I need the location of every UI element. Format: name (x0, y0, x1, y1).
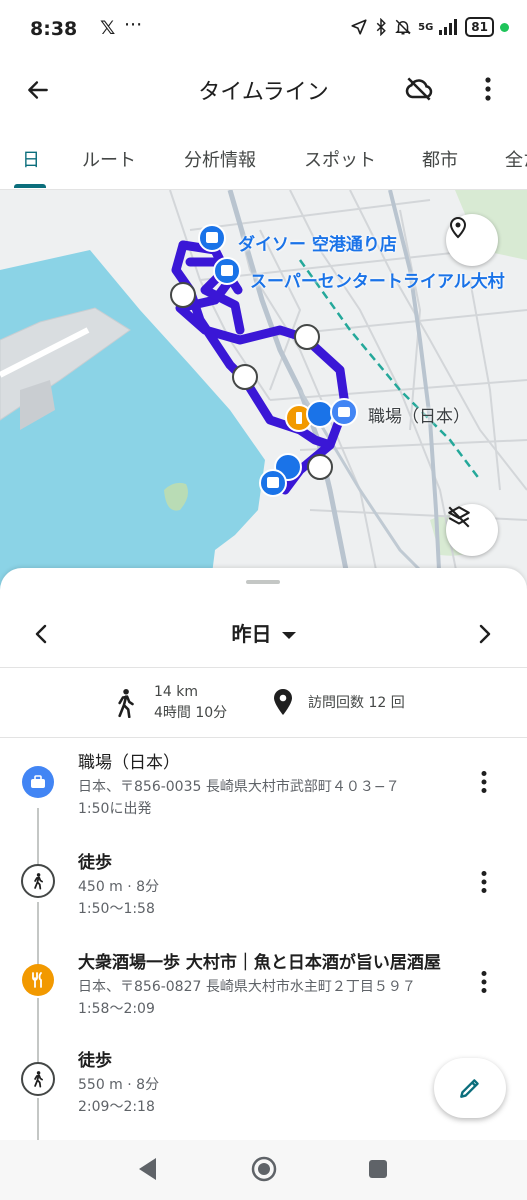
walk-duration: 4時間 10分 (154, 705, 228, 721)
drag-handle[interactable] (246, 580, 280, 584)
tab-cities[interactable]: 都市 (422, 146, 458, 172)
item-distance-duration: 550 m · 8分 (78, 1077, 160, 1093)
active-tab-indicator (14, 184, 46, 188)
app-bar: タイムライン (0, 62, 527, 122)
overflow-menu-button[interactable] (468, 68, 508, 110)
system-nav-bar (0, 1140, 527, 1200)
timeline-item-work[interactable]: 職場（日本） 日本、〒856-0035 長崎県大村市武部町４０３−７ 1:50に… (0, 744, 527, 840)
restaurant-place-icon (22, 964, 54, 996)
mute-bell-icon (395, 19, 411, 35)
status-time: 8:38 (30, 18, 78, 40)
item-time: 2:09〜2:18 (78, 1099, 155, 1115)
page-title: タイムライン (198, 80, 329, 105)
status-more: ··· (124, 14, 143, 36)
date-dropdown[interactable]: 昨日 (0, 618, 527, 647)
date-text: 昨日 (231, 622, 272, 646)
tab-world[interactable]: 全た (505, 146, 527, 172)
battery-level: 81 (465, 17, 494, 37)
nav-recents-icon[interactable] (368, 1159, 388, 1179)
location-arrow-icon (351, 19, 367, 35)
item-time: 1:50に出発 (78, 801, 152, 817)
walk-activity-icon (21, 864, 55, 898)
chevron-right-icon (479, 624, 491, 644)
signal-icon (439, 19, 458, 35)
location-pin-icon (449, 217, 467, 239)
map-view[interactable]: ダイソー 空港通り店 スーパーセンタートライアル大村 職場（日本） (0, 190, 527, 590)
caret-down-icon (281, 632, 296, 639)
item-more-button[interactable] (466, 864, 502, 900)
item-address: 日本、〒856-0827 長崎県大村市水主町２丁目５９７ (78, 979, 416, 995)
my-location-button[interactable] (446, 214, 498, 266)
edit-button[interactable] (434, 1058, 506, 1118)
item-title: 大衆酒場一歩 大村市｜魚と日本酒が旨い居酒屋 (78, 953, 441, 973)
item-title: 徒歩 (78, 1051, 112, 1071)
cloud-off-icon (405, 77, 433, 101)
item-time: 1:50〜1:58 (78, 901, 155, 917)
timeline-item-restaurant[interactable]: 大衆酒場一歩 大村市｜魚と日本酒が旨い居酒屋 日本、〒856-0827 長崎県大… (0, 944, 527, 1040)
walking-icon (34, 873, 43, 890)
more-vert-icon (481, 771, 487, 793)
briefcase-icon (31, 775, 45, 788)
item-more-button[interactable] (466, 964, 502, 1000)
layers-off-icon (448, 506, 470, 528)
fork-knife-icon (32, 972, 42, 988)
map-label-daiso[interactable]: ダイソー 空港通り店 (238, 230, 397, 255)
item-title: 職場（日本） (78, 753, 180, 773)
layers-off-button[interactable] (446, 504, 498, 556)
date-navigator: 昨日 (0, 598, 527, 668)
visit-count: 訪問回数 12 回 (308, 695, 405, 711)
walking-icon (118, 688, 134, 718)
timeline-item-walk[interactable]: 徒歩 450 m · 8分 1:50〜1:58 (0, 846, 527, 942)
item-more-button[interactable] (466, 764, 502, 800)
item-distance-duration: 450 m · 8分 (78, 879, 160, 895)
privacy-dot (500, 22, 509, 32)
tab-route[interactable]: ルート (82, 146, 136, 172)
tab-insights[interactable]: 分析情報 (184, 146, 256, 172)
visit-pin-icon (274, 689, 292, 715)
walking-icon (34, 1071, 43, 1088)
bottom-sheet: 昨日 14 km 4時間 10分 訪問回数 12 回 職場（日本） 日本、〒85… (0, 568, 527, 1140)
more-vert-icon (481, 871, 487, 893)
pencil-icon (460, 1079, 479, 1098)
item-address: 日本、〒856-0035 長崎県大村市武部町４０３−７ (78, 779, 400, 795)
status-bar: 8:38 𝕏 ··· 5G 81 (0, 0, 527, 62)
backup-off-button[interactable] (398, 68, 440, 110)
walk-distance: 14 km (154, 684, 199, 700)
network-label: 5G (418, 21, 434, 33)
item-time: 1:58〜2:09 (78, 1001, 155, 1017)
tab-spots[interactable]: スポット (304, 146, 376, 172)
nav-home-icon[interactable] (250, 1155, 278, 1183)
tab-bar: 日 ルート 分析情報 スポット 都市 全た (0, 130, 527, 190)
item-title: 徒歩 (78, 853, 112, 873)
map-label-supercenter[interactable]: スーパーセンタートライアル大村 (250, 267, 505, 292)
day-summary: 14 km 4時間 10分 訪問回数 12 回 (0, 668, 527, 738)
next-day-button[interactable] (464, 614, 504, 654)
more-vert-icon (485, 77, 491, 101)
map-label-work[interactable]: 職場（日本） (368, 402, 470, 427)
more-vert-icon (481, 971, 487, 993)
nav-back-icon[interactable] (136, 1156, 158, 1182)
status-right: 5G 81 (350, 17, 509, 37)
work-place-icon (22, 766, 54, 798)
walk-activity-icon (21, 1062, 55, 1096)
tab-day[interactable]: 日 (22, 146, 40, 172)
walk-summary: 14 km 4時間 10分 (154, 682, 227, 724)
x-app-icon: 𝕏 (100, 17, 116, 39)
bluetooth-icon (376, 18, 386, 36)
